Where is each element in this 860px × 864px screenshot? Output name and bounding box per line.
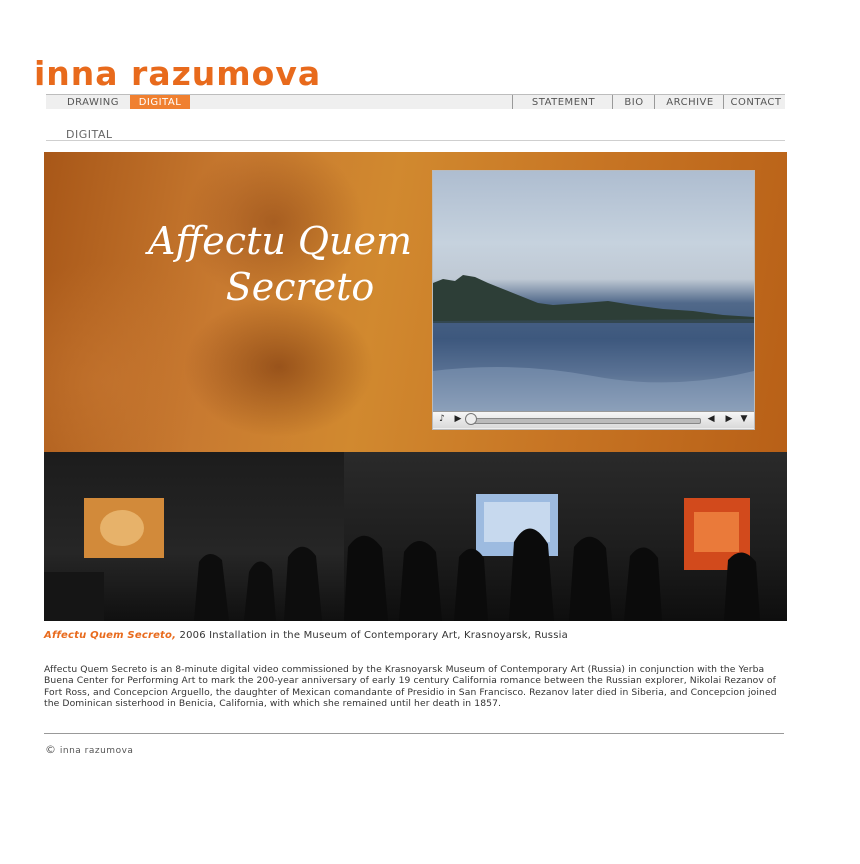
menu-down-icon[interactable]: ▼ xyxy=(737,413,751,426)
footer-text: inna razumova xyxy=(59,746,134,756)
video-scrubber[interactable] xyxy=(469,418,701,424)
artwork-description: Affectu Quem Secreto is an 8-minute digi… xyxy=(44,664,777,709)
nav-divider xyxy=(654,95,655,109)
hero-title: Affectu Quem Secreto xyxy=(130,218,430,310)
nav-bio[interactable]: BIO xyxy=(616,95,652,109)
copyright-icon: © xyxy=(45,743,57,756)
photo-caption: Affectu Quem Secreto, 2006 Installation … xyxy=(44,630,568,641)
hero-title-line1: Affectu Quem xyxy=(147,219,413,263)
installation-photos xyxy=(44,452,787,621)
caption-text: 2006 Installation in the Museum of Conte… xyxy=(176,630,568,641)
video-frame[interactable] xyxy=(433,171,754,411)
section-divider xyxy=(46,140,785,141)
scrubber-knob[interactable] xyxy=(465,413,477,425)
nav-archive[interactable]: ARCHIVE xyxy=(658,95,722,109)
video-controls: ♪ ▶ ◀ ▶ ▼ xyxy=(433,411,754,428)
volume-icon[interactable]: ♪ xyxy=(435,413,449,426)
installation-photo-2 xyxy=(344,452,787,621)
nav-digital[interactable]: DIGITAL xyxy=(130,95,190,109)
forward-icon[interactable]: ▶ xyxy=(721,413,735,426)
hero-banner: Affectu Quem Secreto ♪ ▶ ◀ ▶ ▼ xyxy=(44,152,787,452)
site-logo[interactable]: inna razumova xyxy=(34,56,321,92)
nav-contact[interactable]: CONTACT xyxy=(727,95,785,109)
rewind-icon[interactable]: ◀ xyxy=(705,413,719,426)
video-player[interactable]: ♪ ▶ ◀ ▶ ▼ xyxy=(432,170,755,430)
caption-title: Affectu Quem Secreto, xyxy=(44,630,177,641)
nav-divider xyxy=(612,95,613,109)
footer: © inna razumova xyxy=(45,743,133,756)
nav-divider xyxy=(723,95,724,109)
nav-drawing[interactable]: DRAWING xyxy=(58,95,128,109)
footer-divider xyxy=(44,733,784,734)
nav-statement[interactable]: STATEMENT xyxy=(516,95,611,109)
coastline-video-still xyxy=(433,275,754,411)
hero-title-line2: Secreto xyxy=(225,265,375,309)
installation-photo-1 xyxy=(44,452,344,621)
nav-divider xyxy=(512,95,513,109)
main-nav: DRAWING DIGITAL STATEMENT BIO ARCHIVE CO… xyxy=(46,94,785,109)
play-icon[interactable]: ▶ xyxy=(451,413,465,426)
